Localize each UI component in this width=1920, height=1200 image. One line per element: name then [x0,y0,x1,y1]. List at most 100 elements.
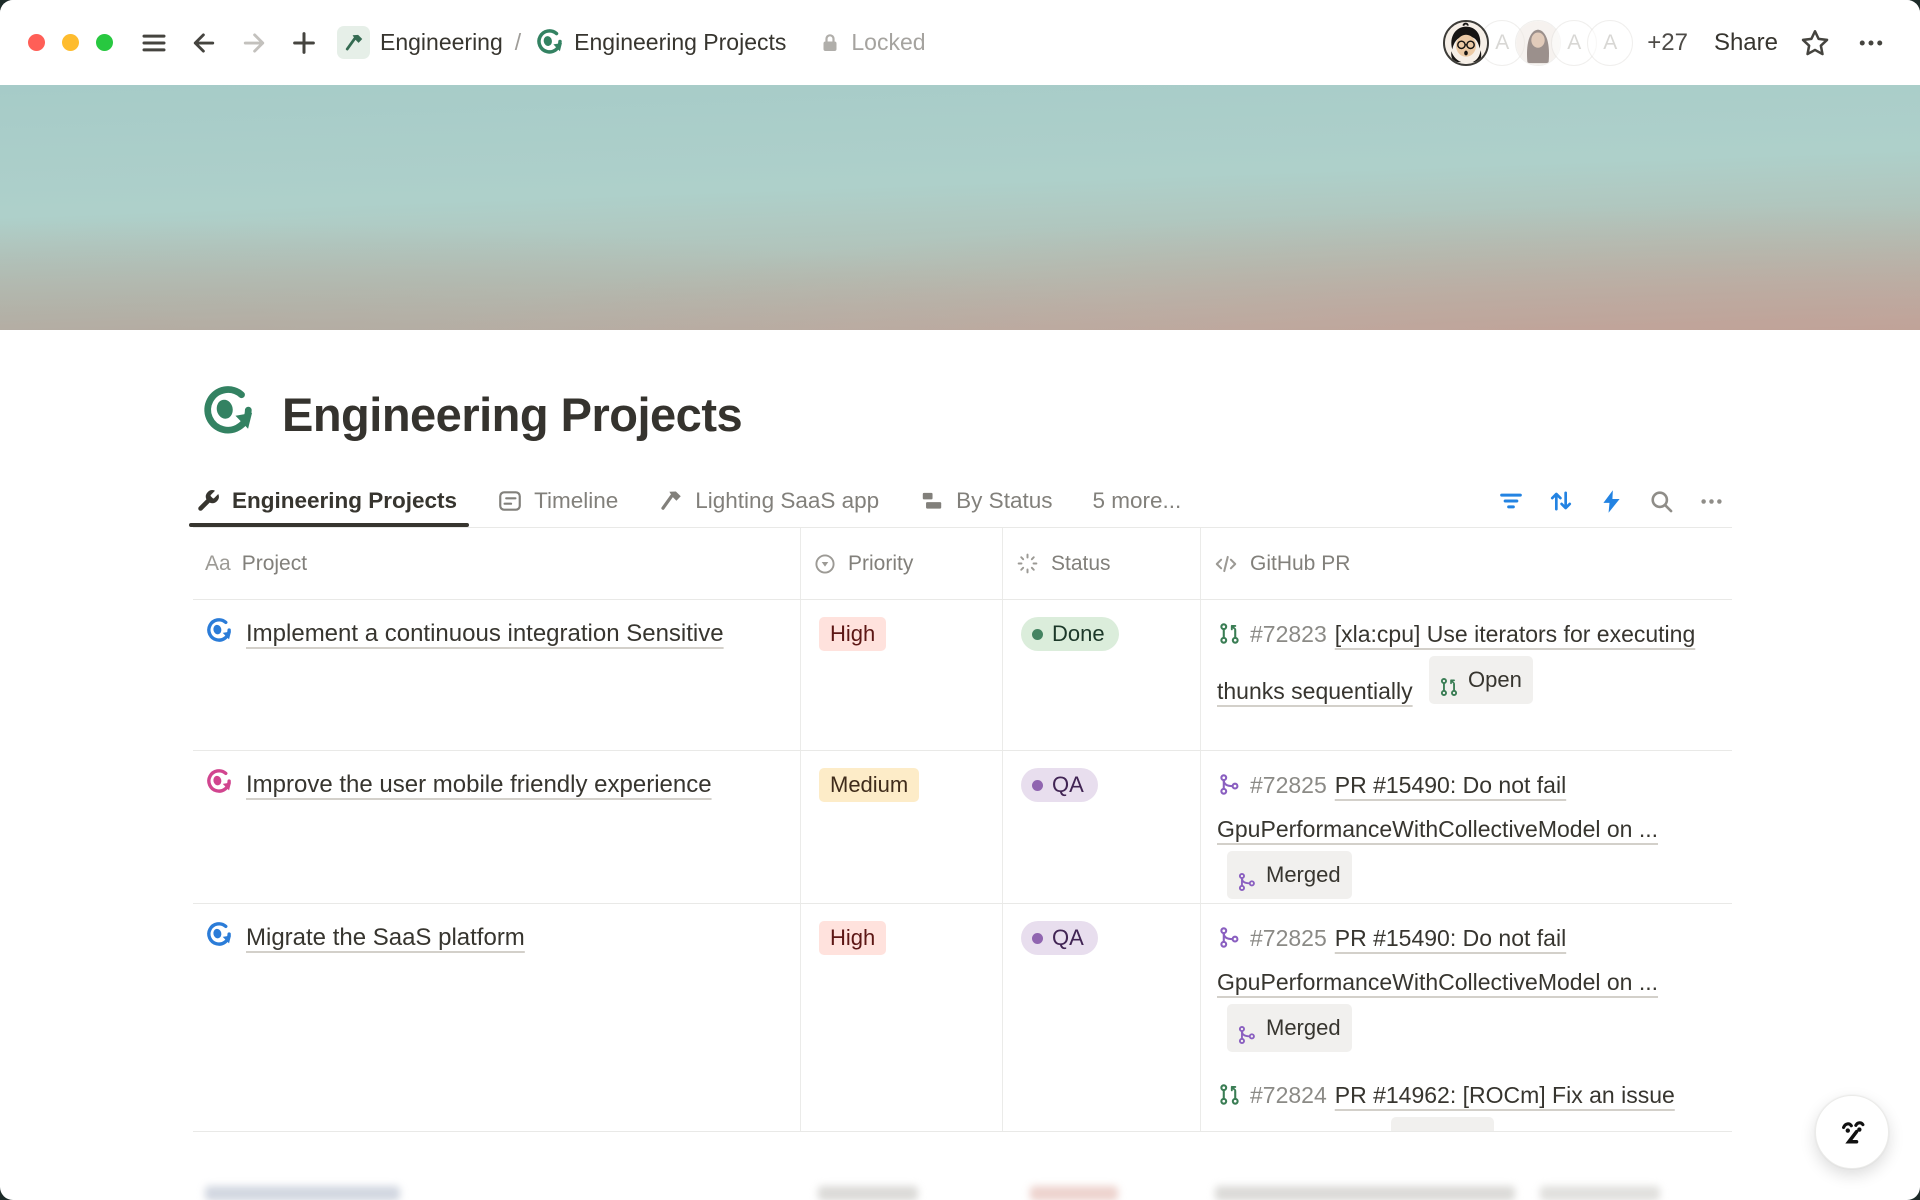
status-property-icon [1015,551,1040,576]
github-pr-item[interactable]: #72825PR #15490: Do not fail GpuPerforma… [1217,916,1722,1061]
status-badge[interactable]: Done [1021,617,1119,651]
view-options-button[interactable] [1690,480,1732,522]
pr-state-badge[interactable]: Merged [1227,851,1352,899]
new-page-button[interactable] [285,24,323,62]
status-label: Done [1052,621,1105,647]
favorite-button[interactable] [1796,24,1834,62]
minimize-window-button[interactable] [62,34,79,51]
hamburger-icon [139,28,169,58]
tab-label: Timeline [534,488,618,514]
projects-table: Aa Project Priority Status GitHub PR [193,527,1732,1132]
search-icon [1648,488,1675,515]
column-header-project[interactable]: Aa Project [193,528,800,599]
pr-number: #72824 [1250,1082,1327,1108]
breadcrumb-item-engineering[interactable]: Engineering / [331,22,529,63]
view-tab-lighting-saas-app[interactable]: Lighting SaaS app [656,475,881,527]
sidebar-toggle-button[interactable] [135,24,173,62]
more-collaborators-count[interactable]: +27 [1647,29,1688,57]
priority-badge[interactable]: Medium [819,768,919,802]
window-controls [28,34,113,51]
pr-number: #72825 [1250,772,1327,798]
collaborator-avatars: A A A [1443,20,1633,66]
avatar[interactable]: A [1587,20,1633,66]
view-tab-engineering-projects[interactable]: Engineering Projects [193,475,459,527]
project-cycle-icon [205,920,233,948]
search-button[interactable] [1640,480,1682,522]
project-title-link[interactable]: Improve the user mobile friendly experie… [246,771,712,798]
ellipsis-icon [1698,488,1725,515]
priority-badge[interactable]: High [819,617,886,651]
project-title-link[interactable]: Migrate the SaaS platform [246,924,525,951]
filter-button[interactable] [1490,480,1532,522]
locked-indicator[interactable]: Locked [818,29,925,56]
github-pr-item[interactable]: #72823[xla:cpu] Use iterators for execut… [1217,612,1722,713]
page-cycle-icon [200,384,256,440]
back-button[interactable] [185,24,223,62]
view-tabs: Engineering Projects Timeline Lighting S… [193,475,1732,527]
project-cycle-icon [205,616,233,644]
close-window-button[interactable] [28,34,45,51]
view-tab-more-views[interactable]: 5 more... [1090,475,1183,527]
pr-state-label: Open [1430,1119,1484,1132]
share-button[interactable]: Share [1714,29,1778,57]
window-toolbar: Engineering / Engineering Projects Locke… [0,0,1920,85]
zoom-window-button[interactable] [96,34,113,51]
filter-icon [1497,487,1525,515]
more-options-button[interactable] [1852,24,1890,62]
text-property-icon: Aa [205,552,231,576]
automation-button[interactable] [1590,480,1632,522]
page-cycle-icon [535,28,564,57]
status-label: QA [1052,925,1084,951]
view-toolbar [1490,480,1732,522]
table-row: Implement a continuous integration Sensi… [193,599,1732,750]
priority-badge[interactable]: High [819,921,886,955]
pr-state-badge[interactable]: Merged [1227,1004,1352,1052]
column-label: Status [1051,552,1111,576]
status-dot [1032,933,1043,944]
git-merge-icon [1217,920,1242,945]
pull-request-icon [1438,669,1460,691]
arrow-right-icon [239,28,269,58]
breadcrumb-item-engineering-projects[interactable]: Engineering Projects [529,24,792,61]
locked-label: Locked [851,29,925,56]
page-cover[interactable] [0,85,1920,330]
timeline-icon [497,488,523,514]
page-icon[interactable] [200,384,256,445]
avatar-illustration [1445,20,1487,66]
pull-request-icon [1217,616,1242,641]
column-header-github-pr[interactable]: GitHub PR [1200,528,1732,599]
project-cycle-icon [205,767,233,795]
sort-button[interactable] [1540,480,1582,522]
table-row: Migrate the SaaS platform High QA #72825… [193,903,1732,1132]
pull-request-icon [1217,1077,1242,1102]
page-title: Engineering Projects [282,387,742,442]
pr-state-label: Merged [1266,853,1341,897]
github-pr-item[interactable]: #72824PR #14962: [ROCm] Fix an issue wit… [1217,1073,1722,1132]
avatar[interactable] [1443,20,1489,66]
column-label: Priority [848,552,913,576]
forward-button[interactable] [235,24,273,62]
pr-state-badge[interactable]: Open [1391,1117,1495,1132]
avatar-initial: A [1603,31,1617,55]
view-tab-by-status[interactable]: By Status [917,475,1054,527]
tab-label: 5 more... [1092,488,1181,514]
github-pr-item[interactable]: #72825PR #15490: Do not fail GpuPerforma… [1217,763,1722,903]
arrow-left-icon [189,28,219,58]
view-tab-timeline[interactable]: Timeline [495,475,620,527]
pr-state-badge[interactable]: Open [1429,656,1533,704]
sort-icon [1547,487,1575,515]
pr-number: #72825 [1250,925,1327,951]
project-title-link[interactable]: Implement a continuous integration Sensi… [246,620,724,647]
table-header: Aa Project Priority Status GitHub PR [193,528,1732,599]
plus-icon [289,28,319,58]
column-label: GitHub PR [1250,552,1350,576]
ai-assistant-button[interactable] [1815,1095,1889,1169]
star-icon [1799,27,1831,59]
status-badge[interactable]: QA [1021,768,1098,802]
column-header-priority[interactable]: Priority [800,528,1002,599]
status-badge[interactable]: QA [1021,921,1098,955]
pr-number: #72823 [1250,621,1327,647]
git-merge-icon [1217,767,1242,792]
column-header-status[interactable]: Status [1002,528,1200,599]
ai-face-icon [1831,1111,1873,1153]
